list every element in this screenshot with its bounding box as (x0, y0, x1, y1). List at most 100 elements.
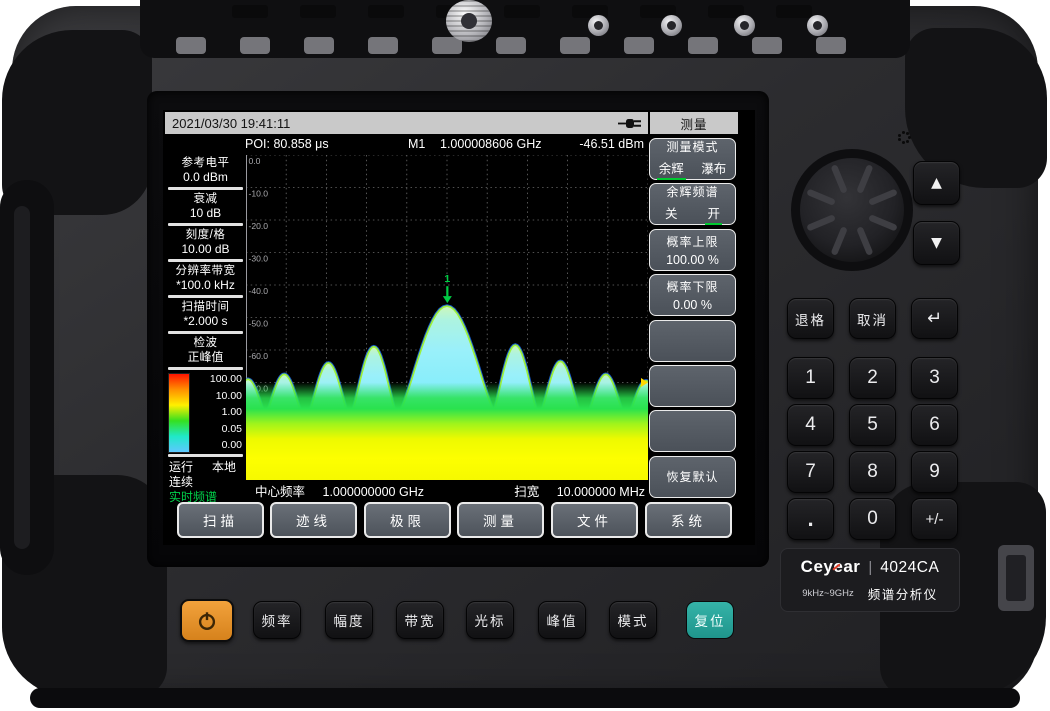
menu-button-3[interactable]: 概率上限100.00 % (649, 229, 736, 271)
bandwidth-button[interactable]: 带宽 (396, 601, 444, 639)
color-scale-label: 100.00 (192, 373, 242, 385)
ac-power-icon (617, 117, 643, 130)
side-port-slot (1006, 555, 1026, 601)
menu-button-empty-5[interactable] (649, 320, 736, 362)
menu-button-value: 0.00 % (673, 298, 712, 312)
color-scale-bar (168, 373, 190, 453)
frequency-readout-row: 中心频率 1.000000000 GHz 扫宽 10.000000 MHz (246, 480, 648, 500)
top-clip (368, 5, 404, 18)
menu-option-active[interactable]: 余辉 (657, 158, 686, 180)
key-6[interactable]: 6 (911, 404, 958, 446)
softkey-1[interactable]: 扫描 (177, 502, 264, 538)
reset-button[interactable]: 复位 (686, 601, 734, 639)
power-icon (196, 610, 218, 632)
model-info-row: 9kHz~9GHz 频谱分析仪 (781, 584, 959, 603)
top-tab (624, 37, 654, 54)
cancel-button[interactable]: 取消 (849, 298, 896, 339)
connector-hole (594, 21, 603, 30)
power-button[interactable] (180, 599, 234, 642)
key-dot[interactable]: . (787, 498, 834, 540)
param-block-0[interactable]: 参考电平0.0 dBm (165, 155, 246, 186)
softkey-4[interactable]: 测量 (457, 502, 544, 538)
menu-option-active[interactable]: 开 (705, 203, 722, 225)
menu-button-8[interactable]: 恢复默认 (649, 456, 736, 498)
marker-button[interactable]: 光标 (466, 601, 514, 639)
key-1[interactable]: 1 (787, 357, 834, 399)
separator (168, 187, 243, 190)
rf-connector-small (734, 15, 755, 36)
rotary-knob[interactable] (790, 148, 914, 272)
menu-button-label: 测量模式 (666, 138, 718, 155)
arrow-up-button[interactable]: ▲ (913, 161, 960, 205)
sweep-mode: 连续 (169, 475, 244, 490)
param-value: 0.0 dBm (165, 170, 246, 185)
rf-connector-small (661, 15, 682, 36)
top-tab (752, 37, 782, 54)
top-tab (176, 37, 206, 54)
param-block-5[interactable]: 检波正峰值 (165, 335, 246, 366)
param-value: 10 dB (165, 206, 246, 221)
marker-level: -46.51 dBm (579, 137, 644, 151)
top-clip (232, 5, 268, 18)
measure-menu: 测量模式余辉瀑布余辉频谱关 开概率上限100.00 % 概率下限 0.00 % 恢复默认 (648, 112, 738, 542)
softkey-3[interactable]: 极限 (364, 502, 451, 538)
key-9[interactable]: 9 (911, 451, 958, 493)
menu-button-label: 概率下限 (666, 278, 718, 295)
mode-button[interactable]: 模式 (609, 601, 657, 639)
peak-button[interactable]: 峰值 (538, 601, 586, 639)
separator (168, 223, 243, 226)
menu-button-label: 余辉频谱 (666, 183, 718, 200)
key-7[interactable]: 7 (787, 451, 834, 493)
top-tab (240, 37, 270, 54)
softkey-5[interactable]: 文件 (551, 502, 638, 538)
param-label: 参考电平 (165, 156, 246, 170)
menu-button-1[interactable]: 测量模式余辉瀑布 (649, 138, 736, 180)
menu-button-empty-7[interactable] (649, 410, 736, 452)
menu-button-value: 100.00 % (666, 253, 719, 267)
color-scale-label: 10.00 (192, 390, 242, 402)
separator (168, 295, 243, 298)
key-8[interactable]: 8 (849, 451, 896, 493)
param-block-2[interactable]: 刻度/格10.00 dB (165, 227, 246, 258)
param-block-3[interactable]: 分辨率带宽*100.0 kHz (165, 263, 246, 294)
svg-text:-20.0: -20.0 (249, 221, 269, 231)
frequency-button[interactable]: 频率 (253, 601, 301, 639)
control-state: 本地 (212, 460, 236, 475)
top-tab (816, 37, 846, 54)
amplitude-button[interactable]: 幅度 (325, 601, 373, 639)
triangle-up-icon: ▲ (931, 175, 942, 191)
menu-button-4[interactable]: 概率下限 0.00 % (649, 274, 736, 316)
run-state: 运行 (169, 460, 193, 475)
param-block-4[interactable]: 扫描时间*2.000 s (165, 299, 246, 330)
top-tab (496, 37, 526, 54)
key-5[interactable]: 5 (849, 404, 896, 446)
top-tab (560, 37, 590, 54)
frequency-range: 9kHz~9GHz (802, 588, 853, 599)
center-freq-value: 1.000000000 GHz (323, 485, 424, 499)
key-2[interactable]: 2 (849, 357, 896, 399)
menu-button-2[interactable]: 余辉频谱关 开 (649, 183, 736, 225)
marker-readout-bar: POI: 80.858 μs M1 1.000008606 GHz -46.51… (165, 134, 648, 154)
enter-button[interactable]: ↵ (911, 298, 958, 339)
param-label: 分辨率带宽 (165, 264, 246, 278)
menu-option[interactable]: 关 (663, 203, 680, 225)
param-block-1[interactable]: 衰减10 dB (165, 191, 246, 222)
svg-text:-30.0: -30.0 (249, 254, 269, 264)
softkey-2[interactable]: 迹线 (270, 502, 357, 538)
menu-option[interactable]: 瀑布 (699, 158, 728, 180)
svg-text:-50.0: -50.0 (249, 319, 269, 329)
backspace-button[interactable]: 退格 (787, 298, 834, 339)
rotary-knob-graphic (790, 148, 914, 272)
key-4[interactable]: 4 (787, 404, 834, 446)
arrow-down-button[interactable]: ▼ (913, 221, 960, 265)
speaker-hole (908, 136, 911, 139)
key-plus-minus[interactable]: +/- (911, 498, 958, 540)
speaker-hole (902, 141, 905, 144)
top-clip (300, 5, 336, 18)
key-0[interactable]: 0 (849, 498, 896, 540)
marker-frequency: 1.000008606 GHz (440, 137, 541, 151)
key-3[interactable]: 3 (911, 357, 958, 399)
param-value: 10.00 dB (165, 242, 246, 257)
handle-grip (14, 206, 30, 549)
menu-button-empty-6[interactable] (649, 365, 736, 407)
